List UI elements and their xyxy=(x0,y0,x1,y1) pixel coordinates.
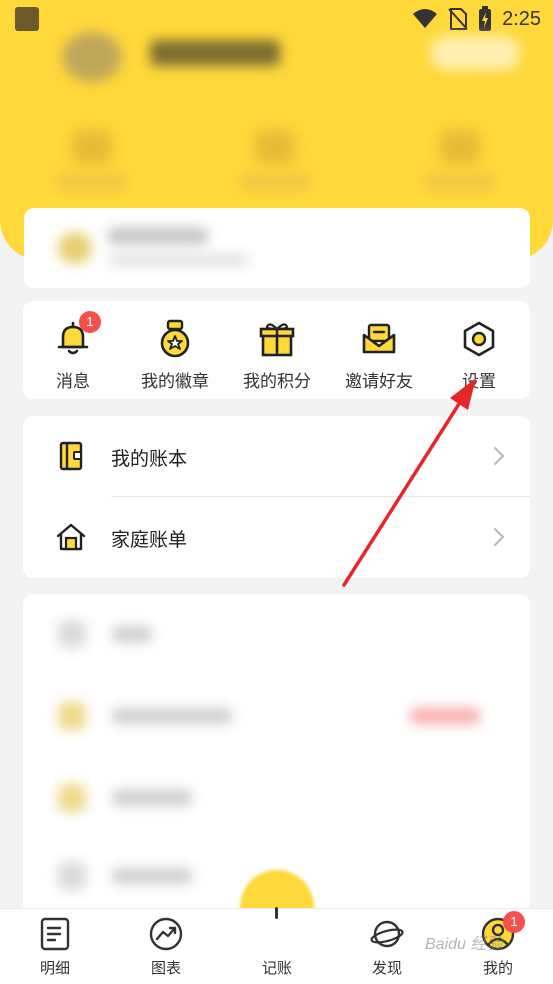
gift-icon xyxy=(257,319,297,359)
planet-icon xyxy=(370,917,404,951)
app-notification-icon xyxy=(15,7,39,31)
quick-action-label: 设置 xyxy=(462,372,496,392)
stat-item-1[interactable] xyxy=(72,130,112,164)
book-icon xyxy=(55,440,87,472)
user-name xyxy=(150,40,280,66)
quick-action-invite[interactable]: 邀请好友 xyxy=(329,301,429,399)
nav-item-label: 图表 xyxy=(150,959,181,977)
avatar[interactable] xyxy=(62,32,122,82)
add-record-icon xyxy=(260,917,294,951)
watermark: Baidu 经验 xyxy=(425,936,503,953)
medal-icon xyxy=(155,319,195,359)
stat-label-3 xyxy=(425,175,495,189)
gear-icon xyxy=(459,319,499,359)
membership-card[interactable] xyxy=(24,208,530,288)
list-item-label: 我的账本 xyxy=(111,448,188,470)
house-icon xyxy=(55,521,87,553)
envelope-icon xyxy=(359,319,399,359)
stat-item-3[interactable] xyxy=(440,130,480,164)
bell-icon: 1 xyxy=(53,311,101,359)
mine-badge: 1 xyxy=(503,911,525,933)
list-item-icon xyxy=(58,702,86,730)
battery-charging-icon xyxy=(479,6,492,31)
quick-action-label: 我的徽章 xyxy=(141,372,209,392)
quick-action-settings[interactable]: 设置 xyxy=(429,301,529,399)
stat-label-2 xyxy=(240,175,310,189)
nav-item-charts[interactable]: 图表 xyxy=(126,909,206,984)
nav-item-add-record[interactable]: 记账 xyxy=(237,909,317,984)
membership-icon xyxy=(58,232,92,264)
list-item-icon xyxy=(58,784,86,812)
list-item-label: 家庭账单 xyxy=(111,529,188,551)
membership-title xyxy=(108,228,208,244)
clock: 2:25 xyxy=(502,7,541,30)
list-item-family-bill[interactable]: 家庭账单 xyxy=(23,497,530,578)
list-item-badge xyxy=(410,708,480,724)
chevron-right-icon xyxy=(493,527,505,547)
chevron-right-icon xyxy=(493,446,505,466)
quick-action-messages[interactable]: 1 消息 xyxy=(23,301,123,399)
list-item-text xyxy=(112,868,192,884)
list-item-text xyxy=(112,626,152,642)
nav-item-details[interactable]: 明细 xyxy=(15,909,95,984)
quick-action-points[interactable]: 我的积分 xyxy=(227,301,327,399)
list-icon xyxy=(38,917,72,951)
messages-badge: 1 xyxy=(79,311,101,333)
chart-icon xyxy=(149,917,183,951)
nav-item-label: 明细 xyxy=(39,959,70,977)
list-item-text xyxy=(112,708,232,724)
membership-subtitle xyxy=(108,254,248,266)
quick-action-badges[interactable]: 我的徽章 xyxy=(125,301,225,399)
nav-item-label: 我的 xyxy=(482,959,513,977)
no-sim-icon xyxy=(448,8,468,30)
quick-action-label: 消息 xyxy=(56,372,90,392)
list-item-text xyxy=(112,790,192,806)
fab-mark xyxy=(275,907,278,919)
wifi-icon xyxy=(413,9,438,28)
list-item-icon xyxy=(58,620,86,648)
nav-item-discover[interactable]: 发现 xyxy=(347,909,427,984)
profile-action-pill[interactable] xyxy=(430,36,520,70)
list-item-icon xyxy=(58,862,86,890)
quick-action-label: 邀请好友 xyxy=(345,372,413,392)
account-books-card: 我的账本 家庭账单 xyxy=(23,416,530,578)
stat-label-1 xyxy=(57,175,127,189)
stat-item-2[interactable] xyxy=(255,130,295,164)
list-item-my-books[interactable]: 我的账本 xyxy=(23,416,530,497)
nav-item-label: 记账 xyxy=(261,959,292,977)
quick-actions-card: 1 消息 我的徽章 我的积分 邀请好友 设置 xyxy=(23,301,530,399)
status-icons: 2:25 xyxy=(412,4,541,34)
more-options-card xyxy=(23,594,530,914)
nav-item-label: 发现 xyxy=(371,959,402,977)
quick-action-label: 我的积分 xyxy=(243,372,311,392)
